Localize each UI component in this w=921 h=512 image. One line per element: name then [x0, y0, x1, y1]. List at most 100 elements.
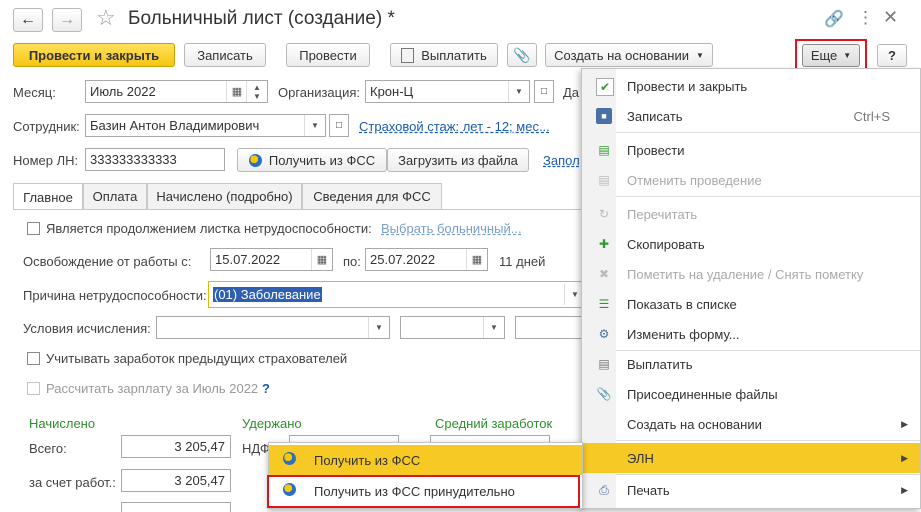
conditions-field-2[interactable]: ▼ — [400, 316, 505, 339]
calendar-icon[interactable]: ▦ — [226, 81, 247, 102]
menu-item-copy[interactable]: ✚ Скопировать — [582, 229, 920, 259]
pay-button[interactable]: Выплатить — [390, 43, 498, 67]
open-icon: □ — [540, 86, 548, 97]
release-to-date[interactable]: 25.07.2022 ▦ — [365, 248, 488, 271]
ln-number-field[interactable]: 333333333333 — [85, 148, 225, 171]
continuation-label: Является продолжением листка нетрудоспос… — [46, 221, 372, 236]
conditions-field-3[interactable] — [515, 316, 585, 339]
back-button[interactable]: ← — [13, 8, 43, 32]
stepper-icon[interactable]: ▲ ▼ — [246, 81, 267, 102]
dropdown-icon[interactable]: ▼ — [508, 81, 529, 102]
menu-item-save[interactable]: ■ Записать Ctrl+S — [582, 101, 920, 131]
get-from-fss-button[interactable]: Получить из ФСС — [237, 148, 387, 172]
fill-link[interactable]: Запол — [543, 153, 580, 168]
open-icon: □ — [335, 120, 343, 131]
withheld-header: Удержано — [242, 416, 302, 431]
release-from-date[interactable]: 15.07.2022 ▦ — [210, 248, 333, 271]
menu-item-post[interactable]: ▤ Провести — [582, 135, 920, 165]
more-vertical-icon[interactable]: ⋮ — [857, 8, 874, 28]
organization-value: Крон-Ц — [370, 84, 414, 99]
employee-open-button[interactable]: □ — [329, 114, 349, 137]
menu-separator — [616, 196, 920, 197]
employee-value: Базин Антон Владимирович — [90, 118, 260, 133]
save-button[interactable]: Записать — [184, 43, 266, 67]
get-from-fss-label: Получить из ФСС — [268, 152, 376, 168]
fss-logo-icon — [248, 153, 262, 167]
post-and-close-button[interactable]: Провести и закрыть — [13, 43, 175, 67]
calendar-icon[interactable]: ▦ — [311, 249, 332, 270]
release-from-label: Освобождение от работы с: — [23, 254, 192, 269]
close-icon[interactable]: ✕ — [883, 7, 898, 28]
menu-item-attached-files[interactable]: 📎 Присоединенные файлы — [582, 379, 920, 409]
prev-insurers-checkbox[interactable] — [27, 352, 40, 365]
load-from-file-label: Загрузить из файла — [398, 152, 518, 168]
menu-item-label: ЭЛН — [627, 450, 654, 466]
calc-help-icon[interactable]: ? — [262, 381, 270, 396]
show-list-icon: ☰ — [598, 297, 610, 311]
menu-item-unpost: ▤ Отменить проведение — [582, 165, 920, 195]
submenu-item-label: Получить из ФСС — [314, 452, 421, 468]
more-button[interactable]: Еще ▼ — [802, 44, 860, 67]
attachments-button[interactable]: 📎 — [507, 43, 537, 67]
menu-item-print[interactable]: ⎙ Печать ▶ — [582, 475, 920, 505]
tab-accrued-detail[interactable]: Начислено (подробно) — [147, 183, 302, 209]
delete-mark-icon: ✖ — [598, 267, 610, 281]
ln-number-value: 333333333333 — [90, 152, 177, 167]
insurance-experience-link[interactable]: Страховой стаж: лет - 12; мес... — [359, 119, 550, 134]
menu-item-show-in-list[interactable]: ☰ Показать в списке — [582, 289, 920, 319]
month-value: Июль 2022 — [90, 84, 156, 99]
load-from-file-button[interactable]: Загрузить из файла — [387, 148, 529, 172]
link-icon[interactable]: 🔗 — [824, 9, 844, 29]
menu-item-eln[interactable]: ЭЛН ▶ — [582, 443, 920, 473]
menu-item-label: Печать — [627, 482, 670, 498]
month-field[interactable]: Июль 2022 ▦ ▲ ▼ — [85, 80, 268, 103]
release-to-label: по: — [343, 254, 361, 269]
create-based-button[interactable]: Создать на основании ▼ — [545, 43, 713, 67]
tab-panel-border — [13, 209, 583, 210]
release-from-value: 15.07.2022 — [215, 252, 281, 267]
menu-item-reread: ↻ Перечитать — [582, 199, 920, 229]
dropdown-icon[interactable]: ▼ — [483, 317, 504, 338]
tab-payment[interactable]: Оплата — [83, 183, 147, 209]
calendar-icon[interactable]: ▦ — [466, 249, 487, 270]
tab-main-label: Главное — [23, 189, 73, 205]
prev-insurers-label: Учитывать заработок предыдущих страховат… — [46, 351, 348, 366]
post-button[interactable]: Провести — [286, 43, 370, 67]
help-button[interactable]: ? — [877, 44, 907, 67]
employee-field[interactable]: Базин Антон Владимирович ▼ — [85, 114, 326, 137]
total-field[interactable]: 3 205,47 — [121, 435, 231, 458]
more-label: Еще — [810, 48, 838, 63]
change-form-icon: ⚙ — [598, 327, 610, 341]
menu-item-pay[interactable]: ▤ Выплатить — [582, 349, 920, 379]
post-and-close-label: Провести и закрыть — [28, 47, 160, 63]
employer-field[interactable]: 3 205,47 — [121, 469, 231, 492]
days-count: 11 дней — [499, 254, 546, 269]
organization-field[interactable]: Крон-Ц ▼ — [365, 80, 530, 103]
submenu-item-get-fss[interactable]: Получить из ФСС — [269, 445, 582, 475]
reason-field[interactable]: (01) Заболевание ▼ — [208, 281, 586, 308]
forward-button[interactable]: → — [52, 8, 82, 32]
continuation-checkbox[interactable] — [27, 222, 40, 235]
extra-field[interactable] — [121, 502, 231, 512]
choose-sick-leave-link[interactable]: Выбрать больничный... — [381, 221, 522, 236]
menu-item-shortcut: Ctrl+S — [853, 108, 890, 124]
menu-item-post-close[interactable]: ✔ Провести и закрыть — [582, 71, 920, 101]
menu-item-label: Скопировать — [627, 236, 705, 252]
tab-accrued-detail-label: Начислено (подробно) — [156, 189, 293, 204]
tab-payment-label: Оплата — [92, 189, 138, 204]
tab-fss-info[interactable]: Сведения для ФСС — [302, 183, 442, 209]
create-based-label: Создать на основании — [554, 47, 689, 63]
title-bar: ← → ☆ Больничный лист (создание) * 🔗 ⋮ ✕ — [0, 0, 921, 40]
menu-item-create-based[interactable]: Создать на основании ▶ — [582, 409, 920, 439]
conditions-field-1[interactable]: ▼ — [156, 316, 390, 339]
organization-open-button[interactable]: □ — [534, 80, 554, 103]
dropdown-icon[interactable]: ▼ — [304, 115, 325, 136]
menu-item-change-form[interactable]: ⚙ Изменить форму... — [582, 319, 920, 349]
favorite-star-icon[interactable]: ☆ — [96, 5, 116, 31]
menu-item-label: Перечитать — [627, 206, 698, 222]
pay-label: Выплатить — [421, 47, 487, 63]
dropdown-icon[interactable]: ▼ — [368, 317, 389, 338]
tab-fss-info-label: Сведения для ФСС — [313, 189, 431, 204]
chevron-right-icon: ▶ — [901, 484, 908, 495]
tab-main[interactable]: Главное — [13, 183, 83, 210]
